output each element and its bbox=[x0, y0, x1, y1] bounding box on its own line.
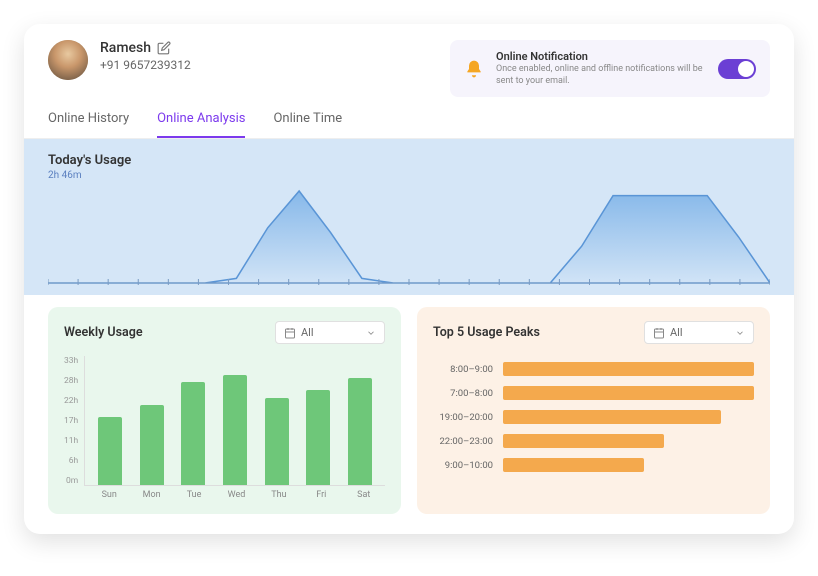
bar bbox=[265, 398, 289, 486]
todays-usage-duration: 2h 46m bbox=[48, 170, 770, 181]
weekly-usage-filter[interactable]: All bbox=[275, 321, 385, 344]
peak-label: 22:00–23:00 bbox=[433, 436, 493, 447]
weekly-filter-value: All bbox=[301, 326, 314, 339]
bar bbox=[181, 382, 205, 485]
peak-row: 8:00–9:00 bbox=[433, 362, 754, 376]
peaks-filter-value: All bbox=[670, 326, 683, 339]
notification-toggle[interactable] bbox=[718, 59, 756, 79]
usage-peaks-title: Top 5 Usage Peaks bbox=[433, 325, 540, 340]
notification-title: Online Notification bbox=[496, 50, 706, 63]
chevron-down-icon bbox=[366, 328, 376, 338]
peak-bar bbox=[503, 434, 664, 448]
online-notification-card: Online Notification Once enabled, online… bbox=[450, 40, 770, 97]
bar bbox=[348, 378, 372, 485]
user-name: Ramesh bbox=[100, 40, 151, 56]
tab-online-time[interactable]: Online Time bbox=[273, 111, 342, 138]
usage-peaks-panel: Top 5 Usage Peaks All 8:00–9:00 7:00–8:00… bbox=[417, 307, 770, 514]
bar bbox=[306, 390, 330, 485]
bar bbox=[140, 405, 164, 485]
notification-desc: Once enabled, online and offline notific… bbox=[496, 64, 706, 87]
peak-bar bbox=[503, 458, 644, 472]
peak-label: 19:00–20:00 bbox=[433, 412, 493, 423]
user-profile: Ramesh +91 9657239312 bbox=[48, 40, 191, 80]
todays-usage-chart bbox=[48, 187, 770, 285]
peak-label: 9:00–10:00 bbox=[433, 460, 493, 471]
todays-usage-title: Today's Usage bbox=[48, 153, 770, 168]
peak-row: 19:00–20:00 bbox=[433, 410, 754, 424]
peak-label: 8:00–9:00 bbox=[433, 364, 493, 375]
edit-icon[interactable] bbox=[157, 41, 171, 55]
tab-online-history[interactable]: Online History bbox=[48, 111, 129, 138]
peak-row: 7:00–8:00 bbox=[433, 386, 754, 400]
peak-bar bbox=[503, 362, 754, 376]
weekly-usage-chart: 33h28h22h17h11h6h0m bbox=[64, 356, 385, 486]
peak-bar bbox=[503, 410, 721, 424]
bar bbox=[223, 375, 247, 486]
avatar[interactable] bbox=[48, 40, 88, 80]
peak-bar bbox=[503, 386, 754, 400]
calendar-icon bbox=[284, 327, 296, 339]
user-phone: +91 9657239312 bbox=[100, 58, 191, 72]
calendar-icon bbox=[653, 327, 665, 339]
peak-row: 22:00–23:00 bbox=[433, 434, 754, 448]
todays-usage-panel: Today's Usage 2h 46m bbox=[24, 139, 794, 295]
bell-icon bbox=[464, 59, 484, 79]
bar bbox=[98, 417, 122, 486]
weekly-usage-panel: Weekly Usage All 33h28h22h17h11h6h0m Sun… bbox=[48, 307, 401, 514]
chevron-down-icon bbox=[735, 328, 745, 338]
peak-label: 7:00–8:00 bbox=[433, 388, 493, 399]
peak-row: 9:00–10:00 bbox=[433, 458, 754, 472]
usage-peaks-chart: 8:00–9:00 7:00–8:00 19:00–20:00 22:00–23:00… bbox=[433, 356, 754, 472]
tabs: Online History Online Analysis Online Ti… bbox=[24, 97, 794, 139]
tab-online-analysis[interactable]: Online Analysis bbox=[157, 111, 245, 138]
weekly-usage-title: Weekly Usage bbox=[64, 325, 143, 340]
usage-peaks-filter[interactable]: All bbox=[644, 321, 754, 344]
